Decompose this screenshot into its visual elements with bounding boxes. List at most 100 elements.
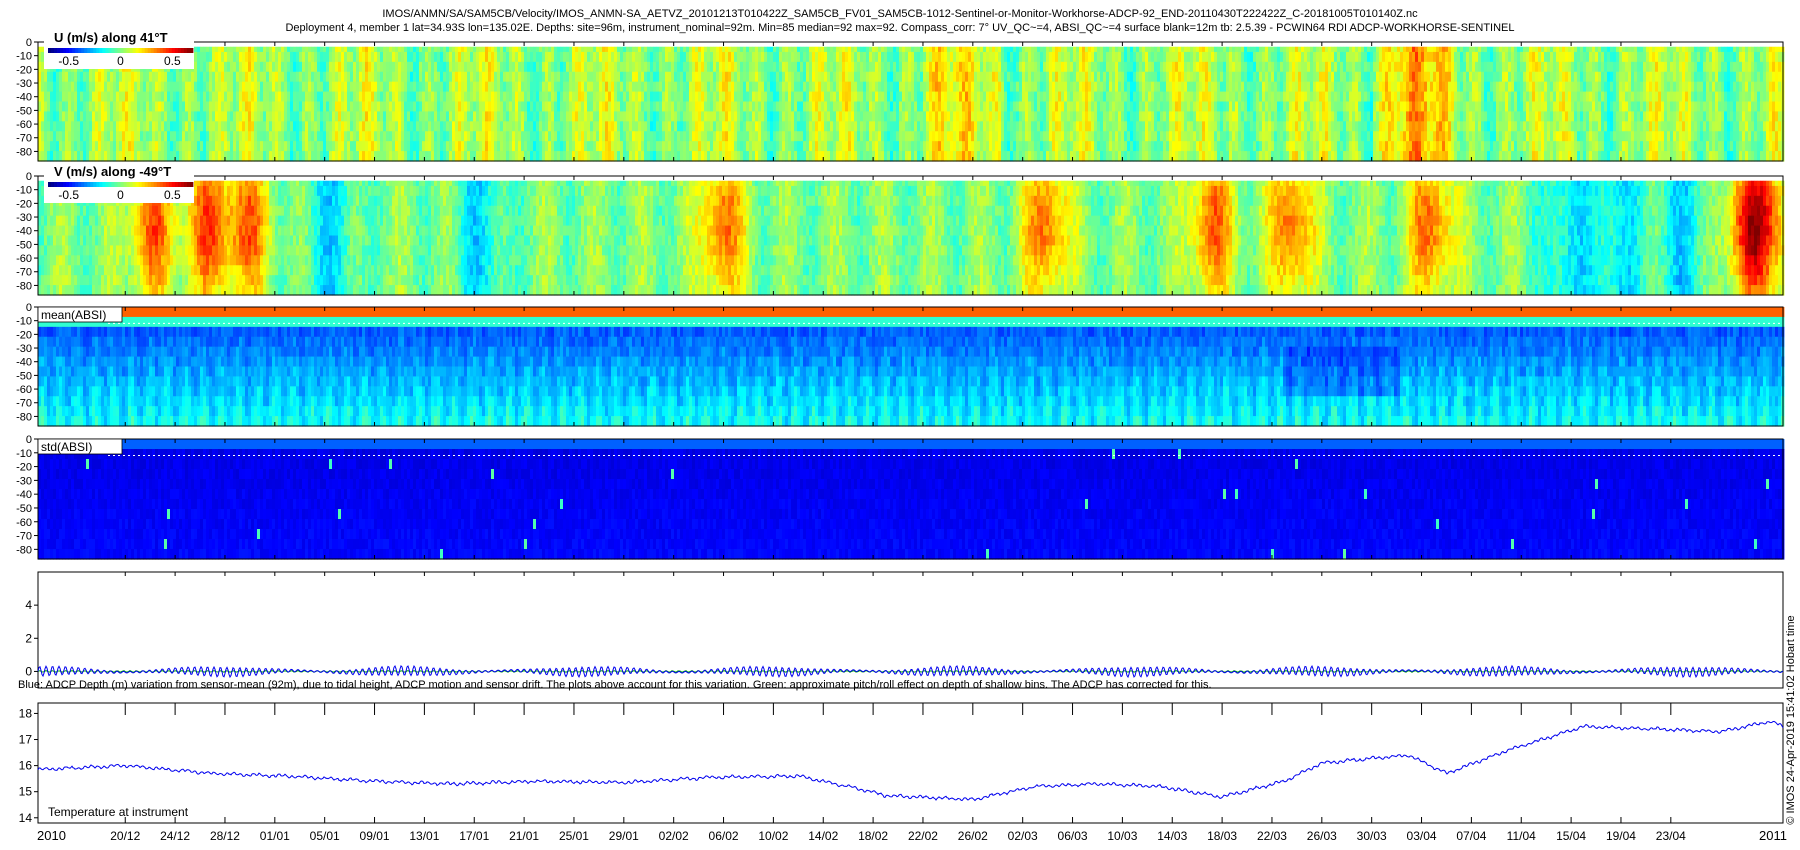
colorbar-swatch — [99, 182, 102, 187]
x-tick-label: 22/03 — [1257, 829, 1287, 843]
x-tick-label: 05/01 — [310, 829, 340, 843]
colorbar-swatch — [57, 182, 60, 187]
x-tick-label: 13/01 — [409, 829, 439, 843]
colorbar: -0.5 0 0.5 — [48, 48, 193, 68]
colorbar-swatch — [154, 48, 157, 53]
colorbar-swatch — [69, 48, 72, 53]
colorbar-swatch — [90, 182, 93, 187]
x-tick-label: 23/04 — [1656, 829, 1686, 843]
x-tick-label: 28/12 — [210, 829, 240, 843]
colorbar-tick-label: 0.5 — [164, 54, 181, 68]
colorbar-swatch — [105, 182, 108, 187]
colorbar-swatch — [166, 182, 169, 187]
colorbar-swatch — [117, 182, 120, 187]
colorbar-swatch — [81, 182, 84, 187]
colorbar-swatch — [127, 48, 130, 53]
colorbar-swatch — [187, 182, 190, 187]
colorbar-swatch — [121, 182, 124, 187]
colorbar-swatch — [102, 182, 105, 187]
colorbar-swatch — [96, 182, 99, 187]
colorbar-swatch — [60, 182, 63, 187]
y-tick-label: -30 — [16, 475, 32, 487]
colorbar-swatch — [51, 182, 54, 187]
colorbar-swatch — [111, 48, 114, 53]
colorbar-swatch — [148, 182, 151, 187]
y-tick-label: -50 — [16, 503, 32, 515]
colorbar-swatch — [117, 48, 120, 53]
x-tick-label: 03/04 — [1407, 829, 1437, 843]
colorbar-swatch — [160, 182, 163, 187]
colorbar-swatch — [145, 48, 148, 53]
colorbar-tick-label: -0.5 — [58, 188, 79, 202]
heatmap-std_absi — [38, 439, 1784, 560]
colorbar-swatch — [90, 48, 93, 53]
y-tick-label: -30 — [16, 78, 32, 90]
colorbar-swatch — [66, 48, 69, 53]
x-tick-label: 07/04 — [1456, 829, 1486, 843]
colorbar-swatch — [121, 48, 124, 53]
colorbar-swatch — [87, 182, 90, 187]
colorbar-swatch — [175, 48, 178, 53]
colorbar-swatch — [181, 182, 184, 187]
colorbar-swatch — [93, 48, 96, 53]
colorbar-swatch — [108, 48, 111, 53]
colorbar-swatch — [160, 48, 163, 53]
colorbar-swatch — [136, 182, 139, 187]
colorbar-swatch — [172, 182, 175, 187]
panel-mean_absi: 0-10-20-30-40-50-60-70-80mean(ABSI) — [16, 302, 1784, 427]
y-tick-label: 15 — [19, 785, 33, 799]
y-tick-label: -80 — [16, 544, 32, 556]
colorbar-swatch — [69, 182, 72, 187]
colorbar-swatch — [133, 182, 136, 187]
y-tick-label: 4 — [25, 598, 32, 612]
heatmap-u — [38, 42, 1784, 162]
panel-frame — [38, 703, 1783, 823]
x-tick-label: 22/02 — [908, 829, 938, 843]
colorbar-swatch — [114, 182, 117, 187]
x-tick-label: 15/04 — [1556, 829, 1586, 843]
colorbar-swatch — [54, 182, 57, 187]
y-tick-label: 0 — [26, 434, 32, 446]
y-tick-label: 14 — [19, 811, 33, 825]
colorbar-swatch — [178, 182, 181, 187]
colorbar-swatch — [54, 48, 57, 53]
y-tick-label: -10 — [16, 185, 32, 197]
heatmap-mean_absi — [38, 307, 1784, 427]
y-tick-label: -20 — [16, 462, 32, 474]
colorbar: -0.5 0 0.5 — [48, 182, 193, 202]
colorbar-swatch — [63, 48, 66, 53]
colorbar-swatch — [48, 182, 51, 187]
panel-label-v: V (m/s) along -49°T-0.5 0 0.5 — [44, 164, 194, 203]
colorbar-swatch — [145, 182, 148, 187]
y-tick-label: 0 — [26, 171, 32, 183]
panel-label-std_absi: std(ABSI) — [38, 439, 122, 454]
panel-std_absi: 0-10-20-30-40-50-60-70-80std(ABSI) — [16, 434, 1784, 560]
colorbar-swatch — [72, 48, 75, 53]
colorbar-swatch — [75, 48, 78, 53]
colorbar-swatch — [151, 182, 154, 187]
y-tick-label: -60 — [16, 517, 32, 529]
y-tick-label: -20 — [16, 329, 32, 341]
panel-depth: 024Blue: ADCP Depth (m) variation from s… — [18, 572, 1783, 691]
y-tick-label: -40 — [16, 92, 32, 104]
colorbar-swatch — [78, 48, 81, 53]
colorbar-swatch — [81, 48, 84, 53]
colorbar-tick-label: 0 — [117, 188, 124, 202]
colorbar-swatch — [190, 48, 193, 53]
colorbar-swatch — [130, 48, 133, 53]
y-tick-label: 16 — [19, 759, 33, 773]
panel-caption: Blue: ADCP Depth (m) variation from sens… — [18, 679, 1212, 691]
x-tick-label: 29/01 — [609, 829, 639, 843]
colorbar-swatch — [57, 48, 60, 53]
y-tick-label: -50 — [16, 239, 32, 251]
y-tick-label: -20 — [16, 198, 32, 210]
colorbar-swatch — [166, 48, 169, 53]
colorbar-swatch — [84, 48, 87, 53]
y-tick-label: 0 — [25, 664, 32, 678]
colorbar-swatch — [124, 48, 127, 53]
x-tick-label: 24/12 — [160, 829, 190, 843]
panel-caption: Temperature at instrument — [48, 805, 189, 819]
colorbar-swatch — [187, 48, 190, 53]
x-tick-label: 20/12 — [110, 829, 140, 843]
colorbar-swatch — [184, 48, 187, 53]
